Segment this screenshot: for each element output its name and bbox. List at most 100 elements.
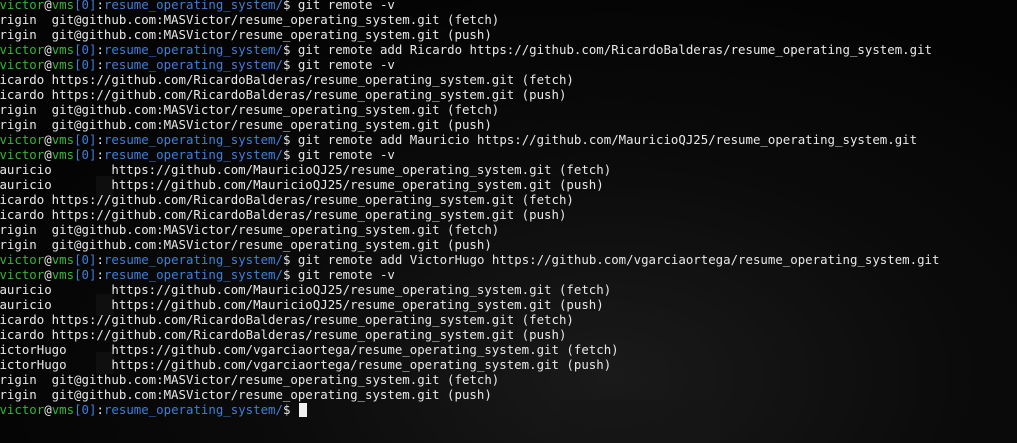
output-text: origin git@github.com:MASVictor/resume_o… — [0, 222, 500, 237]
prompt-path: resume_operating_system/ — [103, 57, 283, 72]
prompt-user: mvictor — [0, 0, 45, 12]
output-text: Ricardo https://github.com/RicardoBalder… — [0, 72, 574, 87]
prompt-path: resume_operating_system/ — [103, 132, 283, 147]
prompt-user: mvictor — [0, 147, 45, 162]
command-text — [290, 402, 297, 417]
prompt-line: mvictor@vms[0]:resume_operating_system/$… — [0, 252, 939, 267]
output-text: VictorHugo https://github.com/vgarciaort… — [0, 342, 619, 357]
prompt-user: mvictor — [0, 42, 45, 57]
prompt-line: mvictor@vms[0]:resume_operating_system/$… — [0, 42, 939, 57]
command-text: git remote -v — [290, 147, 395, 162]
prompt-index: [0] — [74, 57, 97, 72]
prompt-index: [0] — [74, 0, 97, 12]
prompt-line: mvictor@vms[0]:resume_operating_system/$… — [0, 0, 939, 12]
terminal-window[interactable]: mvictor@vms[0]:resume_operating_system/$… — [0, 0, 1017, 443]
output-line: origin git@github.com:MASVictor/resume_o… — [0, 27, 939, 42]
prompt-colon: : — [96, 402, 104, 417]
prompt-index: [0] — [74, 42, 97, 57]
command-text: git remote add VictorHugo https://github… — [290, 252, 940, 267]
output-line: Mauricio https://github.com/MauricioQJ25… — [0, 282, 939, 297]
output-text: Mauricio https://github.com/MauricioQJ25… — [0, 282, 612, 297]
prompt-host: vms — [51, 147, 75, 162]
prompt-index: [0] — [74, 267, 97, 282]
output-line: VictorHugo https://github.com/vgarciaort… — [0, 357, 939, 372]
prompt-user: mvictor — [0, 267, 45, 282]
output-line: Ricardo https://github.com/RicardoBalder… — [0, 312, 939, 327]
prompt-at: @ — [44, 267, 52, 282]
output-line: origin git@github.com:MASVictor/resume_o… — [0, 12, 939, 27]
prompt-index: [0] — [74, 402, 97, 417]
output-text: Ricardo https://github.com/RicardoBalder… — [0, 207, 567, 222]
output-text: origin git@github.com:MASVictor/resume_o… — [0, 12, 500, 27]
prompt-at: @ — [44, 0, 52, 12]
output-line: Ricardo https://github.com/RicardoBalder… — [0, 192, 939, 207]
prompt-host: vms — [51, 402, 75, 417]
prompt-host: vms — [51, 252, 75, 267]
output-line: origin git@github.com:MASVictor/resume_o… — [0, 372, 939, 387]
prompt-colon: : — [96, 132, 104, 147]
output-line: origin git@github.com:MASVictor/resume_o… — [0, 237, 939, 252]
output-text: Ricardo https://github.com/RicardoBalder… — [0, 87, 567, 102]
output-line: origin git@github.com:MASVictor/resume_o… — [0, 387, 939, 402]
terminal-output: mvictor@vms[0]:resume_operating_system/$… — [0, 0, 939, 417]
output-line: Mauricio https://github.com/MauricioQJ25… — [0, 162, 939, 177]
prompt-colon: : — [96, 57, 104, 72]
output-line: origin git@github.com:MASVictor/resume_o… — [0, 117, 939, 132]
prompt-path: resume_operating_system/ — [103, 0, 283, 12]
output-text: Mauricio https://github.com/MauricioQJ25… — [0, 162, 612, 177]
output-text: Mauricio https://github.com/MauricioQJ25… — [0, 177, 604, 192]
prompt-line: mvictor@vms[0]:resume_operating_system/$… — [0, 267, 939, 282]
prompt-colon: : — [96, 0, 104, 12]
output-line: Ricardo https://github.com/RicardoBalder… — [0, 87, 939, 102]
output-line: Mauricio https://github.com/MauricioQJ25… — [0, 297, 939, 312]
output-text: origin git@github.com:MASVictor/resume_o… — [0, 27, 492, 42]
prompt-line: mvictor@vms[0]:resume_operating_system/$… — [0, 57, 939, 72]
command-text: git remote add Ricardo https://github.co… — [290, 42, 932, 57]
output-text: Ricardo https://github.com/RicardoBalder… — [0, 192, 574, 207]
command-text: git remote add Mauricio https://github.c… — [290, 132, 918, 147]
output-text: VictorHugo https://github.com/vgarciaort… — [0, 357, 612, 372]
prompt-host: vms — [51, 42, 75, 57]
prompt-path: resume_operating_system/ — [103, 402, 283, 417]
output-text: origin git@github.com:MASVictor/resume_o… — [0, 372, 500, 387]
prompt-at: @ — [44, 132, 52, 147]
output-text: origin git@github.com:MASVictor/resume_o… — [0, 387, 492, 402]
prompt-index: [0] — [74, 147, 97, 162]
prompt-line: mvictor@vms[0]:resume_operating_system/$… — [0, 132, 939, 147]
prompt-path: resume_operating_system/ — [103, 42, 283, 57]
prompt-at: @ — [44, 147, 52, 162]
output-text: Mauricio https://github.com/MauricioQJ25… — [0, 297, 604, 312]
prompt-at: @ — [44, 402, 52, 417]
prompt-user: mvictor — [0, 132, 45, 147]
output-text: origin git@github.com:MASVictor/resume_o… — [0, 117, 492, 132]
prompt-user: mvictor — [0, 402, 45, 417]
prompt-path: resume_operating_system/ — [103, 147, 283, 162]
output-line: origin git@github.com:MASVictor/resume_o… — [0, 102, 939, 117]
prompt-colon: : — [96, 42, 104, 57]
output-line: VictorHugo https://github.com/vgarciaort… — [0, 342, 939, 357]
prompt-path: resume_operating_system/ — [103, 267, 283, 282]
output-text: Ricardo https://github.com/RicardoBalder… — [0, 312, 574, 327]
command-text: git remote -v — [290, 57, 395, 72]
prompt-user: mvictor — [0, 57, 45, 72]
prompt-colon: : — [96, 147, 104, 162]
prompt-host: vms — [51, 0, 75, 12]
command-text: git remote -v — [290, 267, 395, 282]
command-text: git remote -v — [290, 0, 395, 12]
output-line: Mauricio https://github.com/MauricioQJ25… — [0, 177, 939, 192]
prompt-colon: : — [96, 252, 104, 267]
output-line: Ricardo https://github.com/RicardoBalder… — [0, 207, 939, 222]
text-cursor[interactable] — [298, 403, 307, 417]
prompt-host: vms — [51, 132, 75, 147]
output-text: origin git@github.com:MASVictor/resume_o… — [0, 102, 500, 117]
prompt-host: vms — [51, 267, 75, 282]
prompt-index: [0] — [74, 132, 97, 147]
prompt-path: resume_operating_system/ — [103, 252, 283, 267]
prompt-index: [0] — [74, 252, 97, 267]
output-text: origin git@github.com:MASVictor/resume_o… — [0, 237, 492, 252]
output-line: Ricardo https://github.com/RicardoBalder… — [0, 327, 939, 342]
prompt-line: mvictor@vms[0]:resume_operating_system/$… — [0, 147, 939, 162]
output-text: Ricardo https://github.com/RicardoBalder… — [0, 327, 567, 342]
prompt-at: @ — [44, 252, 52, 267]
output-line: Ricardo https://github.com/RicardoBalder… — [0, 72, 939, 87]
